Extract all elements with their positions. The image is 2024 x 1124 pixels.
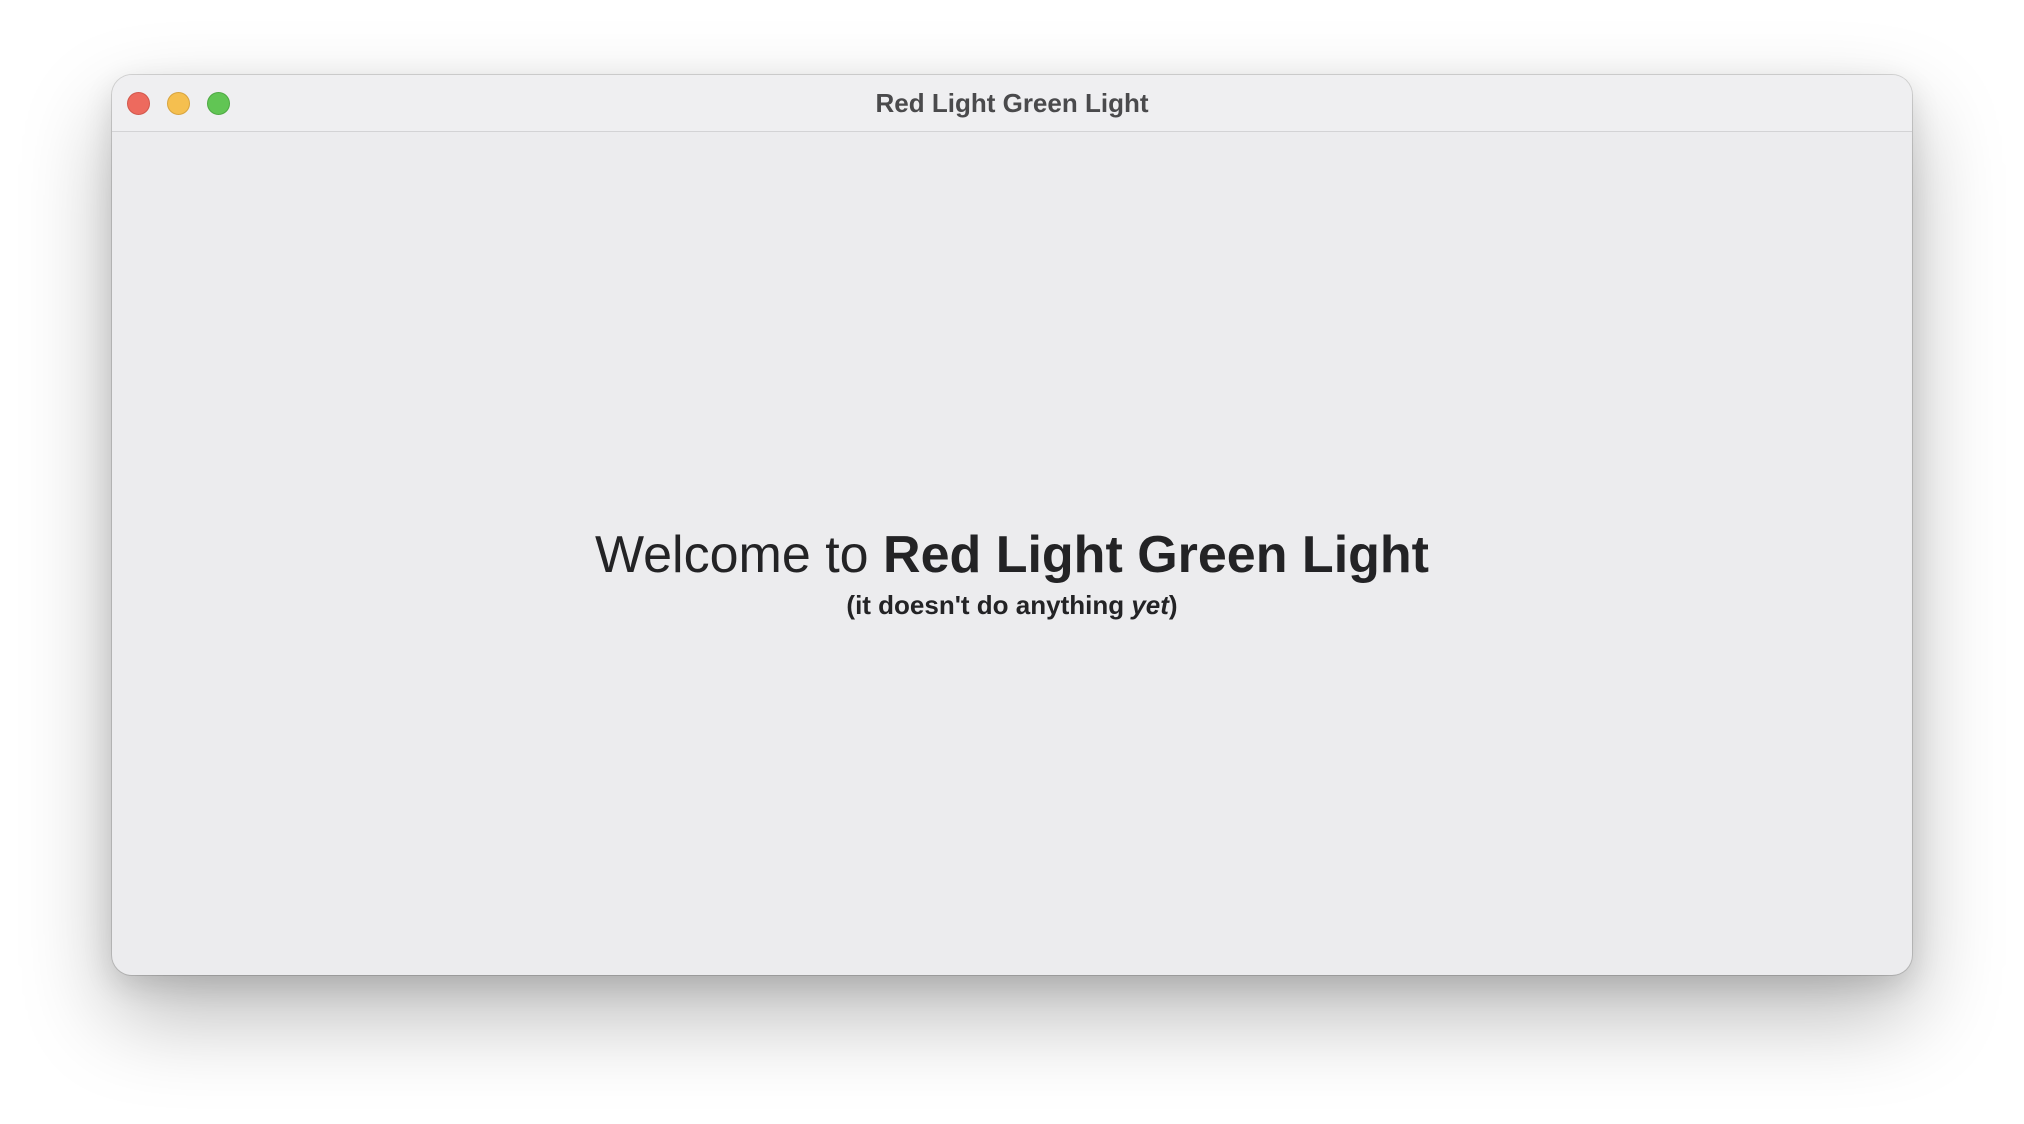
welcome-subtitle: (it doesn't do anything yet) xyxy=(112,589,1912,621)
welcome-app-name: Red Light Green Light xyxy=(883,526,1429,584)
main-content: Welcome to Red Light Green Light (it doe… xyxy=(112,132,1912,975)
subtitle-emphasis: yet xyxy=(1131,590,1169,620)
welcome-heading: Welcome to Red Light Green Light xyxy=(112,525,1912,585)
subtitle-open: (it doesn't do anything xyxy=(846,590,1132,620)
app-window: Red Light Green Light Welcome to Red Lig… xyxy=(112,75,1912,975)
subtitle-close: ) xyxy=(1168,590,1178,620)
welcome-prefix: Welcome to xyxy=(594,526,884,584)
window-title: Red Light Green Light xyxy=(875,88,1149,118)
title-bar[interactable]: Red Light Green Light xyxy=(112,75,1912,132)
